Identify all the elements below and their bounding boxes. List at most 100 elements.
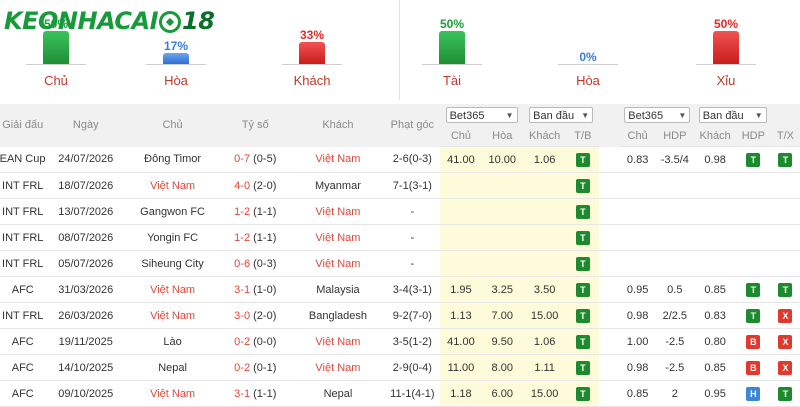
- table-row[interactable]: AFC 31/03/2026 Việt Nam 3-1 (1-0) Malaysia 3-…: [0, 276, 800, 303]
- odds-away-cell: [522, 172, 567, 199]
- odds-type-select-1[interactable]: Ban đầu ▼: [529, 107, 594, 123]
- league-cell[interactable]: INT FRL: [0, 224, 46, 251]
- hdp-line-cell: [655, 250, 695, 277]
- date-cell: 13/07/2026: [45, 198, 127, 225]
- stat-percent: 17%: [163, 39, 189, 53]
- away-team-cell[interactable]: Bangladesh: [291, 302, 385, 329]
- home-team-cell[interactable]: Việt Nam: [126, 380, 220, 407]
- chevron-down-icon: ▼: [505, 111, 514, 120]
- bookmaker-select-2[interactable]: Bet365 ▼: [624, 107, 691, 123]
- table-row[interactable]: AFC 14/10/2025 Nepal 0-2 (0-1) Việt Nam 2-9(0…: [0, 354, 800, 381]
- date-cell: 14/10/2025: [45, 354, 127, 381]
- bookmaker-select-1[interactable]: Bet365 ▼: [445, 107, 518, 123]
- score-cell[interactable]: 3-0 (2-0): [219, 302, 292, 329]
- league-cell[interactable]: AFC: [0, 380, 46, 407]
- corner-cell: -: [384, 198, 441, 225]
- away-team-cell[interactable]: Myanmar: [291, 172, 385, 199]
- score-cell[interactable]: 4-0 (2-0): [219, 172, 292, 199]
- home-team-cell[interactable]: Việt Nam: [126, 276, 220, 303]
- col-league: Giải đấu: [0, 104, 46, 147]
- col-hdp-home: Chủ: [620, 126, 656, 147]
- table-row[interactable]: INT FRL 18/07/2026 Việt Nam 4-0 (2-0) Myanma…: [0, 172, 800, 199]
- home-team-cell[interactable]: Yongin FC: [126, 224, 220, 251]
- soccer-ball-icon: [159, 11, 182, 33]
- home-team-cell[interactable]: Việt Nam: [126, 302, 220, 329]
- spacer-cell: [599, 224, 621, 251]
- table-row[interactable]: ASEAN Cup24/07/2026Đông Timor0-7 (0-5)Vi…: [0, 146, 800, 173]
- score-cell[interactable]: 0-2 (0-1): [219, 354, 292, 381]
- table-row[interactable]: INT FRL 08/07/2026 Yongin FC 1-2 (1-1) Việt …: [0, 224, 800, 251]
- spacer-cell: [599, 328, 621, 355]
- league-cell[interactable]: AFC: [0, 354, 46, 381]
- league-cell[interactable]: AFC: [0, 276, 46, 303]
- tx-result: [770, 250, 800, 277]
- away-team-cell[interactable]: Việt Nam: [291, 354, 385, 381]
- tb-result-badge: T: [575, 152, 590, 167]
- home-team-cell[interactable]: Siheung City: [126, 250, 220, 277]
- away-team-cell[interactable]: Việt Nam: [291, 146, 385, 173]
- score-cell[interactable]: 3-1 (1-1): [219, 380, 292, 407]
- full-time-score: 3-0: [234, 309, 251, 322]
- score-cell[interactable]: 0-7 (0-5): [219, 146, 292, 173]
- away-team-cell[interactable]: Việt Nam: [291, 198, 385, 225]
- home-team-cell[interactable]: Lào: [126, 328, 220, 355]
- league-cell[interactable]: AFC: [0, 328, 46, 355]
- league-cell[interactable]: INT FRL: [0, 302, 46, 329]
- tx-result-badge: X: [778, 360, 793, 375]
- stats-divider: [399, 0, 400, 100]
- half-time-score: (0-0): [250, 335, 277, 348]
- league-cell[interactable]: INT FRL: [0, 198, 46, 225]
- odds-type-select-2[interactable]: Ban đầu ▼: [698, 107, 767, 123]
- hdp-away-cell: 0.80: [694, 328, 736, 355]
- score-cell[interactable]: 0-2 (0-0): [219, 328, 292, 355]
- home-team-cell[interactable]: Gangwon FC: [126, 198, 220, 225]
- tx-result: T: [770, 276, 800, 303]
- away-team-cell[interactable]: Việt Nam: [291, 224, 385, 251]
- spacer-cell: [599, 172, 621, 199]
- stat-left-1: 17% Hòa: [146, 39, 206, 88]
- table-row[interactable]: AFC 09/10/2025 Việt Nam 3-1 (1-1) Nepal 11-1(…: [0, 380, 800, 407]
- date-cell: 18/07/2026: [45, 172, 127, 199]
- score-cell[interactable]: 1-2 (1-1): [219, 198, 292, 225]
- hdp-result: T: [735, 302, 771, 329]
- odds-away-cell: 1.06: [522, 328, 567, 355]
- away-team-cell[interactable]: Việt Nam: [291, 250, 385, 277]
- tx-result: [770, 198, 800, 225]
- stat-label: Khách: [293, 73, 331, 88]
- tb-result-badge: T: [575, 386, 590, 401]
- table-row[interactable]: INT FRL 26/03/2026 Việt Nam 3-0 (2-0) Bangla…: [0, 302, 800, 329]
- spacer-cell: [599, 250, 621, 277]
- score-cell[interactable]: 0-6 (0-3): [219, 250, 292, 277]
- stat-label: Hòa: [164, 73, 188, 88]
- odds-away-cell: [522, 224, 567, 251]
- stat-bar: [713, 31, 739, 64]
- stat-right-0: 50% Tài: [422, 17, 482, 88]
- full-time-score: 1-2: [234, 231, 251, 244]
- tb-result: T: [566, 224, 600, 251]
- hdp-line-cell: -2.5: [655, 354, 695, 381]
- score-cell[interactable]: 1-2 (1-1): [219, 224, 292, 251]
- table-row[interactable]: INT FRL 13/07/2026 Gangwon FC 1-2 (1-1) Việt…: [0, 198, 800, 225]
- home-team-cell[interactable]: Nepal: [126, 354, 220, 381]
- odds-draw-cell: 6.00: [481, 380, 523, 407]
- logo-number: 18: [182, 7, 215, 35]
- league-cell[interactable]: INT FRL: [0, 250, 46, 277]
- tb-result-badge: T: [575, 360, 590, 375]
- home-team-cell[interactable]: Đông Timor: [126, 146, 220, 173]
- away-team-cell[interactable]: Nepal: [291, 380, 385, 407]
- home-team-cell[interactable]: Việt Nam: [126, 172, 220, 199]
- away-team-cell[interactable]: Việt Nam: [291, 328, 385, 355]
- odds-away-cell: 1.11: [522, 354, 567, 381]
- away-team-cell[interactable]: Malaysia: [291, 276, 385, 303]
- table-row[interactable]: INT FRL 05/07/2026 Siheung City 0-6 (0-3) Vi…: [0, 250, 800, 277]
- stat-percent: 50%: [439, 17, 465, 31]
- odds-home-cell: 11.00: [440, 354, 482, 381]
- odds-draw-cell: 8.00: [481, 354, 523, 381]
- score-cell[interactable]: 3-1 (1-0): [219, 276, 292, 303]
- league-cell[interactable]: ASEAN Cup: [0, 146, 46, 173]
- site-logo[interactable]: KEONHACAI 18: [4, 4, 215, 38]
- tx-result: X: [770, 328, 800, 355]
- hdp-away-cell: [694, 224, 736, 251]
- league-cell[interactable]: INT FRL: [0, 172, 46, 199]
- table-row[interactable]: AFC 19/11/2025 Lào 0-2 (0-0) Việt Nam 3-5(1-2…: [0, 328, 800, 355]
